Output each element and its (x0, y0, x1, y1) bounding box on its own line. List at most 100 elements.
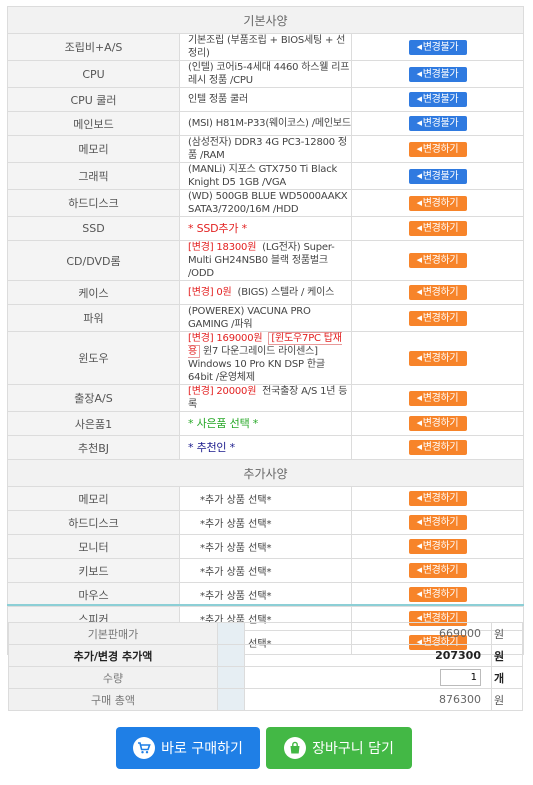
button-label: 변경불가 (422, 68, 459, 80)
button-label: 변경하기 (422, 255, 459, 266)
extra-value: *추가 상품 선택* (179, 582, 352, 607)
spec-value-text: * 사은품 선택 * (188, 416, 259, 430)
arrow-left-icon: ◀ (416, 119, 422, 127)
spec-fixed-button[interactable]: ◀변경불가 (408, 39, 467, 55)
arrow-left-icon: ◀ (416, 590, 422, 598)
spec-value: 인텔 정품 쿨러 (179, 87, 352, 112)
summary-qty-row: 수량 개 (8, 666, 523, 689)
spec-fixed-button[interactable]: ◀변경불가 (408, 116, 467, 131)
spec-row: 메인보드 (MSI) H81M-P33(웨이코스) /메인보드 ◀변경불가 (7, 111, 524, 136)
spec-change-button[interactable]: ◀변경하기 (408, 253, 467, 268)
spec-label: 그래픽 (7, 162, 180, 190)
spec-fixed-button[interactable]: ◀변경불가 (408, 92, 467, 107)
extra-price-unit: 원 (491, 644, 523, 667)
spec-label: 파워 (7, 304, 180, 332)
button-label: 변경불가 (422, 41, 459, 53)
spec-change-button[interactable]: ◀변경하기 (408, 285, 467, 300)
quantity-label: 수량 (8, 666, 218, 689)
spec-change-button[interactable]: ◀변경하기 (408, 141, 467, 157)
quantity-input[interactable] (440, 669, 481, 686)
arrow-left-icon: ◀ (416, 69, 422, 78)
button-label: 변경불가 (422, 118, 459, 129)
spec-row: 사은품1 * 사은품 선택 * ◀변경하기 (7, 411, 524, 436)
spec-value: [변경] 20000원 전국출장 A/S 1년 등록 (179, 384, 352, 412)
extra-price-value: 207300 (244, 644, 492, 667)
price-summary: 기본판매가 669000 원 추가/변경 추가액 207300 원 수량 개 구… (8, 622, 523, 711)
windows-note-rest: 윈7 다운그레이드 라이센스] (202, 346, 318, 357)
section-divider (7, 604, 524, 606)
arrow-left-icon: ◀ (416, 313, 422, 322)
button-label: 변경불가 (422, 170, 459, 182)
spec-value-text: (MANLi) 지포스 GTX750 Ti Black Knight D5 1G… (188, 164, 338, 188)
spec-change-button[interactable]: ◀변경하기 (408, 440, 467, 455)
spec-change-button[interactable]: ◀변경하기 (408, 221, 467, 236)
extra-label: 마우스 (7, 582, 180, 607)
spec-value: (삼성전자) DDR3 4G PC3-12800 정품 /RAM (179, 135, 352, 163)
spec-value: * 추천인 * (179, 435, 352, 460)
extra-label: 하드디스크 (7, 510, 180, 535)
button-label: 변경하기 (422, 493, 459, 504)
spec-value: (MSI) H81M-P33(웨이코스) /메인보드 (179, 111, 352, 136)
buy-now-button[interactable]: 바로 구매하기 (116, 727, 260, 769)
spec-change-button[interactable]: ◀변경하기 (408, 390, 467, 406)
arrow-left-icon: ◀ (416, 224, 422, 232)
spec-label: 조립비+A/S (7, 33, 180, 61)
extra-row: 모니터 *추가 상품 선택* ◀변경하기 (7, 534, 524, 559)
button-label: 변경하기 (422, 517, 459, 528)
arrow-left-icon: ◀ (416, 144, 422, 153)
spec-label: 사은품1 (7, 411, 180, 436)
total-price-unit: 원 (491, 688, 523, 711)
arrow-left-icon: ◀ (416, 419, 422, 427)
spec-value-text: (삼성전자) DDR3 4G PC3-12800 정품 /RAM (188, 137, 347, 161)
button-label: 변경하기 (422, 223, 459, 234)
base-price-label: 기본판매가 (8, 622, 218, 645)
price-change-tag: [변경] 169000원 (188, 333, 263, 344)
spec-value: (POWEREX) VACUNA PRO GAMING /파워 (179, 304, 352, 332)
extra-change-button[interactable]: ◀변경하기 (408, 491, 467, 506)
spec-value: (인텔) 코어i5-4세대 4460 하스웰 리프레시 정품 /CPU (179, 60, 352, 88)
spec-row: 케이스 [변경] 0원 (BIGS) 스텔라 / 케이스 ◀변경하기 (7, 280, 524, 305)
spec-value: (MANLi) 지포스 GTX750 Ti Black Knight D5 1G… (179, 162, 352, 190)
spec-row: 하드디스크 (WD) 500GB BLUE WD5000AAKX SATA3/72… (7, 189, 524, 217)
arrow-left-icon: ◀ (416, 198, 422, 207)
spec-label: 메모리 (7, 135, 180, 163)
spec-label: 출장A/S (7, 384, 180, 412)
spec-value: [변경] 18300원 (LG전자) Super-Multi GH24NSB0 … (179, 240, 352, 281)
extra-change-button[interactable]: ◀변경하기 (408, 587, 467, 602)
extra-change-button[interactable]: ◀변경하기 (408, 539, 467, 554)
button-label: 변경하기 (422, 287, 459, 298)
basic-spec-header: 기본사양 (7, 6, 524, 34)
extra-change-button[interactable]: ◀변경하기 (408, 563, 467, 578)
extra-spec-header: 추가사양 (7, 459, 524, 487)
spec-value-text: 기본조립 (부품조립 + BIOS세팅 + 선정리) (188, 35, 346, 59)
button-label: 변경하기 (422, 352, 459, 364)
spec-fixed-button[interactable]: ◀변경불가 (408, 66, 467, 82)
extra-change-button[interactable]: ◀변경하기 (408, 515, 467, 530)
buy-now-label: 바로 구매하기 (161, 741, 243, 757)
extra-value: *추가 상품 선택* (179, 510, 352, 535)
button-label: 변경하기 (422, 442, 459, 453)
spec-label: CPU 쿨러 (7, 87, 180, 112)
extra-label: 메모리 (7, 486, 180, 511)
button-label: 변경하기 (422, 589, 459, 600)
spec-label: 메인보드 (7, 111, 180, 136)
extra-price-label: 추가/변경 추가액 (8, 644, 218, 667)
extra-value: *추가 상품 선택* (179, 486, 352, 511)
extra-row: 하드디스크 *추가 상품 선택* ◀변경하기 (7, 510, 524, 535)
spec-change-button[interactable]: ◀변경하기 (408, 350, 467, 366)
spec-change-button[interactable]: ◀변경하기 (408, 195, 467, 211)
spec-change-button[interactable]: ◀변경하기 (408, 416, 467, 431)
spec-label: SSD (7, 216, 180, 241)
arrow-left-icon: ◀ (416, 393, 422, 402)
windows-product: Windows 10 Pro KN DSP 한글 64bit /운영체제 (188, 359, 325, 383)
add-to-cart-button[interactable]: 장바구니 담기 (266, 727, 412, 769)
spec-row: 조립비+A/S 기본조립 (부품조립 + BIOS세팅 + 선정리) ◀변경불가 (7, 33, 524, 61)
base-price-unit: 원 (491, 622, 523, 645)
spec-table: 기본사양 조립비+A/S 기본조립 (부품조립 + BIOS세팅 + 선정리) ◀변… (7, 6, 524, 655)
arrow-left-icon: ◀ (416, 443, 422, 451)
spec-label: 케이스 (7, 280, 180, 305)
spec-change-button[interactable]: ◀변경하기 (408, 310, 467, 326)
spec-fixed-button[interactable]: ◀변경불가 (408, 168, 467, 184)
arrow-left-icon: ◀ (416, 95, 422, 103)
spec-row: CD/DVD롬 [변경] 18300원 (LG전자) Super-Multi GH… (7, 240, 524, 281)
